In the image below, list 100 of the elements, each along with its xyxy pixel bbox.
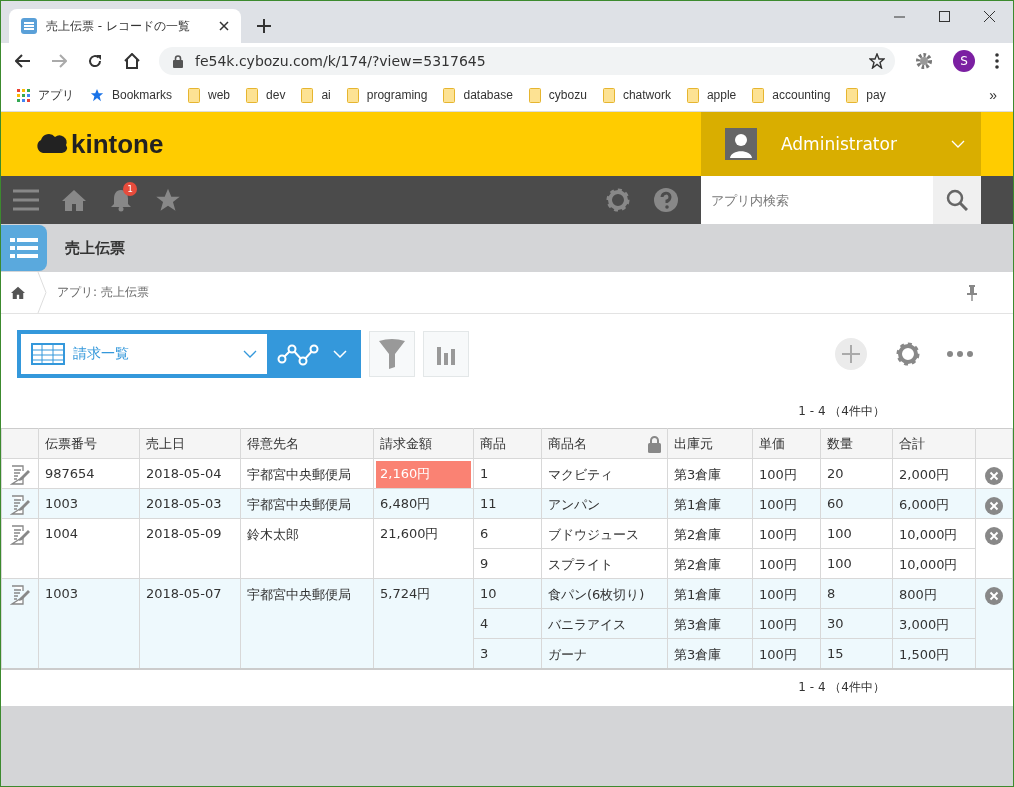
header-cell: 売上日 <box>139 428 241 459</box>
more-icon[interactable] <box>947 351 973 357</box>
breadcrumb-link[interactable]: アプリ: 売上伝票 <box>57 284 967 301</box>
folder-icon <box>846 87 859 103</box>
home-icon[interactable] <box>123 53 141 69</box>
lock-icon <box>173 54 183 68</box>
cloud-icon <box>35 133 69 155</box>
star-icon[interactable] <box>869 53 885 69</box>
home-icon[interactable] <box>11 286 25 299</box>
bookmark[interactable]: accounting <box>752 87 831 103</box>
table-cell: 2018-05-03 <box>139 488 241 519</box>
tab-title: 売上伝票 - レコードの一覧 <box>46 17 191 35</box>
star-icon[interactable] <box>156 188 180 212</box>
lock-icon <box>648 436 661 453</box>
delete-icon[interactable] <box>985 527 1003 545</box>
folder-icon <box>528 87 541 103</box>
table-cell: 第3倉庫 <box>674 617 722 632</box>
menu-icon[interactable] <box>995 53 999 69</box>
table-cell: 15 <box>827 646 844 661</box>
help-icon[interactable] <box>653 187 679 213</box>
bookmark[interactable]: chatwork <box>602 87 671 103</box>
delete-icon[interactable] <box>985 497 1003 515</box>
filter-button[interactable] <box>369 331 415 377</box>
maximize-icon[interactable] <box>939 11 950 22</box>
table-cell: 1003 <box>38 488 140 519</box>
bookmark[interactable]: ai <box>301 87 331 103</box>
add-record-button[interactable] <box>835 338 867 370</box>
forward-icon[interactable] <box>51 54 67 68</box>
table-cell: アンパン <box>548 497 600 512</box>
edit-icon[interactable] <box>10 585 30 605</box>
header-cell: 商品 <box>473 428 542 459</box>
browser-tab[interactable]: 売上伝票 - レコードの一覧 <box>9 9 241 43</box>
bookmark[interactable]: cybozu <box>528 87 587 103</box>
list-icon <box>21 18 37 34</box>
folder-icon <box>602 87 615 103</box>
bookmark[interactable]: pay <box>846 87 886 103</box>
table-cell: 100円 <box>759 497 797 512</box>
search-field[interactable]: アプリ内検索 <box>701 176 933 224</box>
table-cell: 60 <box>827 496 844 511</box>
table-cell: 11 <box>480 496 497 511</box>
bookmark[interactable]: apple <box>686 87 737 103</box>
close-icon[interactable] <box>984 11 995 22</box>
table-cell: ブドウジュース <box>548 527 639 542</box>
more-bookmarks[interactable]: » <box>989 87 997 103</box>
table-cell: 30 <box>827 616 844 631</box>
header-cell: 合計 <box>892 428 976 459</box>
search-icon <box>946 189 968 211</box>
bookmark[interactable]: Bookmarks <box>90 88 173 102</box>
table-cell: バニラアイス <box>548 617 626 632</box>
table-cell: 100円 <box>759 617 797 632</box>
header-cell: 出庫元 <box>667 428 753 459</box>
graph-button[interactable] <box>423 331 469 377</box>
table-cell: 宇都宮中央郵便局 <box>240 578 374 669</box>
table-cell: 食パン(6枚切り) <box>548 587 645 602</box>
table-cell: 第2倉庫 <box>674 527 722 542</box>
gear-icon[interactable] <box>915 52 933 70</box>
search-button[interactable] <box>933 176 981 224</box>
new-tab-icon[interactable] <box>257 19 271 33</box>
header-cell: 得意先名 <box>240 428 374 459</box>
notification-badge: 1 <box>123 182 137 196</box>
reload-icon[interactable] <box>87 53 103 69</box>
bookmark[interactable]: dev <box>246 87 286 103</box>
bookmark[interactable]: database <box>443 87 513 103</box>
table-cell: 2,160円 <box>376 461 471 488</box>
edit-icon[interactable] <box>10 495 30 515</box>
pin-icon[interactable] <box>967 284 977 301</box>
edit-icon[interactable] <box>10 465 30 485</box>
bookmark[interactable]: web <box>188 87 231 103</box>
table-cell: 2,000円 <box>899 467 950 482</box>
folder-icon <box>686 87 699 103</box>
table-cell: 第1倉庫 <box>674 497 722 512</box>
table-cell: 2018-05-07 <box>139 578 241 669</box>
logo-text: kintone <box>71 128 164 160</box>
address-field[interactable]: fe54k.cybozu.com/k/174/?view=5317645 <box>159 47 895 75</box>
folder-icon <box>188 87 201 103</box>
table-cell: 10,000円 <box>899 527 958 542</box>
back-icon[interactable] <box>15 54 31 68</box>
delete-icon[interactable] <box>985 587 1003 605</box>
settings-icon[interactable] <box>895 341 921 367</box>
list-icon <box>10 236 38 260</box>
delete-icon[interactable] <box>985 467 1003 485</box>
table-cell: 100 <box>827 556 852 571</box>
table-cell-text: 6,480円 <box>379 495 432 513</box>
table-cell: 20 <box>827 466 844 481</box>
table-cell: 1,500円 <box>899 647 950 662</box>
star-icon <box>90 88 104 102</box>
table-cell: 100 <box>827 526 852 541</box>
table-cell: 9 <box>480 556 489 571</box>
table-cell: 第1倉庫 <box>674 587 722 602</box>
close-icon[interactable] <box>219 21 229 31</box>
bookmark[interactable]: アプリ <box>17 86 74 104</box>
bookmark[interactable]: programing <box>346 87 428 103</box>
folder-icon <box>346 87 359 103</box>
edit-icon[interactable] <box>10 525 30 545</box>
table-cell: 第2倉庫 <box>674 557 722 572</box>
table-cell: 100円 <box>759 557 797 572</box>
table-cell: 3 <box>480 646 489 661</box>
profile-avatar[interactable]: S <box>953 50 975 72</box>
plus-icon <box>842 345 860 363</box>
settings-icon[interactable] <box>605 187 631 213</box>
